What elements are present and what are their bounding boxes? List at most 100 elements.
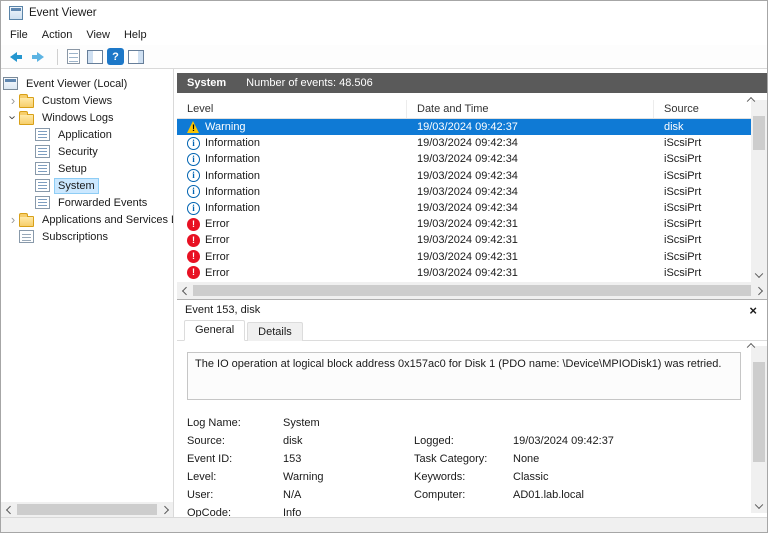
sidebar-item-custom-views[interactable]: Custom Views [1,92,173,109]
event-row[interactable]: Error 19/03/2024 09:42:31 iScsiPrt [177,249,751,265]
field-label: Source: [187,435,283,447]
menu-item[interactable]: View [79,27,117,43]
scrollbar-track[interactable] [192,282,752,299]
field-label: Computer: [414,489,513,501]
event-properties: Log Name: System Source: disk Logged: 19… [187,414,737,517]
scrollbar-track[interactable] [16,502,158,517]
menu-item[interactable]: File [3,27,35,43]
help-icon[interactable]: ? [107,48,124,65]
tree-item-icon [19,114,34,125]
tree-item-label: Setup [55,162,90,176]
tab-details[interactable]: Details [247,322,303,341]
event-property-row: Log Name: System [187,414,737,432]
sidebar-item-windows-logs[interactable]: Windows Logs [1,109,173,126]
console-tree-icon[interactable] [85,47,105,67]
scroll-left-icon[interactable] [177,283,192,298]
tree-item-label: Forwarded Events [55,196,150,210]
tree-item-label: Application [55,128,115,142]
tree-item-icon [35,128,50,141]
expander-icon[interactable] [7,111,19,125]
sidebar-item-event-viewer-local[interactable]: Event Viewer (Local) [1,75,173,92]
event-row[interactable]: Error 19/03/2024 09:42:31 iScsiPrt [177,265,751,281]
console-tree-pane: Event Viewer (Local) Custom Views Window… [1,69,174,517]
event-row[interactable]: Error 19/03/2024 09:42:31 iScsiPrt [177,216,751,232]
sidebar-item-applications-and-services-logs[interactable]: Applications and Services Lo [1,211,173,228]
event-source: iScsiPrt [654,153,751,165]
event-list-vertical-scrollbar[interactable] [751,100,767,282]
back-icon[interactable] [6,47,26,67]
tree-item-icon [19,97,34,108]
sidebar-item-security[interactable]: Security [1,143,173,160]
sidebar-horizontal-scrollbar[interactable] [1,502,173,517]
sidebar-item-application[interactable]: Application [1,126,173,143]
menu-item[interactable]: Help [117,27,154,43]
level-icon [187,266,200,279]
preview-general-tab-content: The IO operation at logical block addres… [177,342,767,517]
event-level: Error [205,218,229,230]
event-list-horizontal-scrollbar[interactable] [177,282,767,299]
preview-vertical-scrollbar[interactable] [751,346,767,513]
event-row[interactable]: Information 19/03/2024 09:42:34 iScsiPrt [177,168,751,184]
tab-general[interactable]: General [184,320,245,341]
titlebar: Event Viewer [1,1,767,25]
event-datetime: 19/03/2024 09:42:34 [407,186,654,198]
results-title: System [187,77,226,89]
scroll-down-icon[interactable] [751,498,766,513]
scrollbar-thumb[interactable] [753,362,765,462]
level-icon [187,121,200,134]
event-level: Error [205,234,229,246]
sidebar-item-setup[interactable]: Setup [1,160,173,177]
event-level: Information [205,137,260,149]
close-preview-icon[interactable]: × [749,304,757,317]
sidebar-item-forwarded-events[interactable]: Forwarded Events [1,194,173,211]
event-row[interactable]: Information 19/03/2024 09:42:34 iScsiPrt [177,184,751,200]
level-icon [187,137,200,150]
event-list: Level Date and Time Source Warning 19/03… [177,100,767,299]
event-source: iScsiPrt [654,186,751,198]
field-value: N/A [283,489,414,501]
scroll-right-icon[interactable] [752,283,767,298]
event-datetime: 19/03/2024 09:42:37 [407,121,654,133]
expander-icon[interactable] [7,94,19,108]
event-description: The IO operation at logical block addres… [187,352,741,400]
action-pane-icon[interactable] [126,47,146,67]
event-row[interactable]: Information 19/03/2024 09:42:34 iScsiPrt [177,200,751,216]
scroll-left-icon[interactable] [1,502,16,517]
toolbar: ? [1,45,767,69]
results-pane: System Number of events: 48.506 Level Da… [177,69,767,517]
field-label: Level: [187,471,283,483]
event-row[interactable]: Error 19/03/2024 09:42:31 iScsiPrt [177,232,751,248]
preview-pane: Event 153, disk × General Details The IO… [177,299,767,517]
menu-item[interactable]: Action [35,27,80,43]
menubar: File Action View Help [1,25,767,45]
scrollbar-thumb[interactable] [753,116,765,150]
tree-item-icon [35,196,50,209]
scroll-down-icon[interactable] [751,267,766,282]
tree-item-label: Custom Views [39,94,115,108]
export-list-icon[interactable] [63,47,83,67]
event-property-row: Source: disk Logged: 19/03/2024 09:42:37 [187,432,737,450]
forward-icon[interactable] [28,47,48,67]
column-header-level[interactable]: Level [177,100,407,118]
expander-icon[interactable] [7,213,19,227]
event-row[interactable]: Warning 19/03/2024 09:42:37 disk [177,119,751,135]
event-row[interactable]: Information 19/03/2024 09:42:34 iScsiPrt [177,135,751,151]
event-row[interactable]: Information 19/03/2024 09:42:34 iScsiPrt [177,151,751,167]
scrollbar-thumb[interactable] [17,504,157,515]
sidebar-item-subscriptions[interactable]: Subscriptions [1,228,173,245]
field-value: Info [283,507,414,517]
event-source: iScsiPrt [654,251,751,263]
event-source: disk [654,121,751,133]
results-count: Number of events: 48.506 [246,77,373,89]
scroll-right-icon[interactable] [158,502,173,517]
column-header-date-and-time[interactable]: Date and Time [407,100,654,118]
field-label: Event ID: [187,453,283,465]
event-level: Information [205,170,260,182]
sidebar-item-system[interactable]: System [1,177,173,194]
window-footer [1,517,767,532]
scrollbar-thumb[interactable] [193,285,751,296]
level-icon [187,153,200,166]
tree-item-icon [35,162,50,175]
results-header: System Number of events: 48.506 [177,73,767,93]
column-header-source[interactable]: Source [654,100,751,118]
